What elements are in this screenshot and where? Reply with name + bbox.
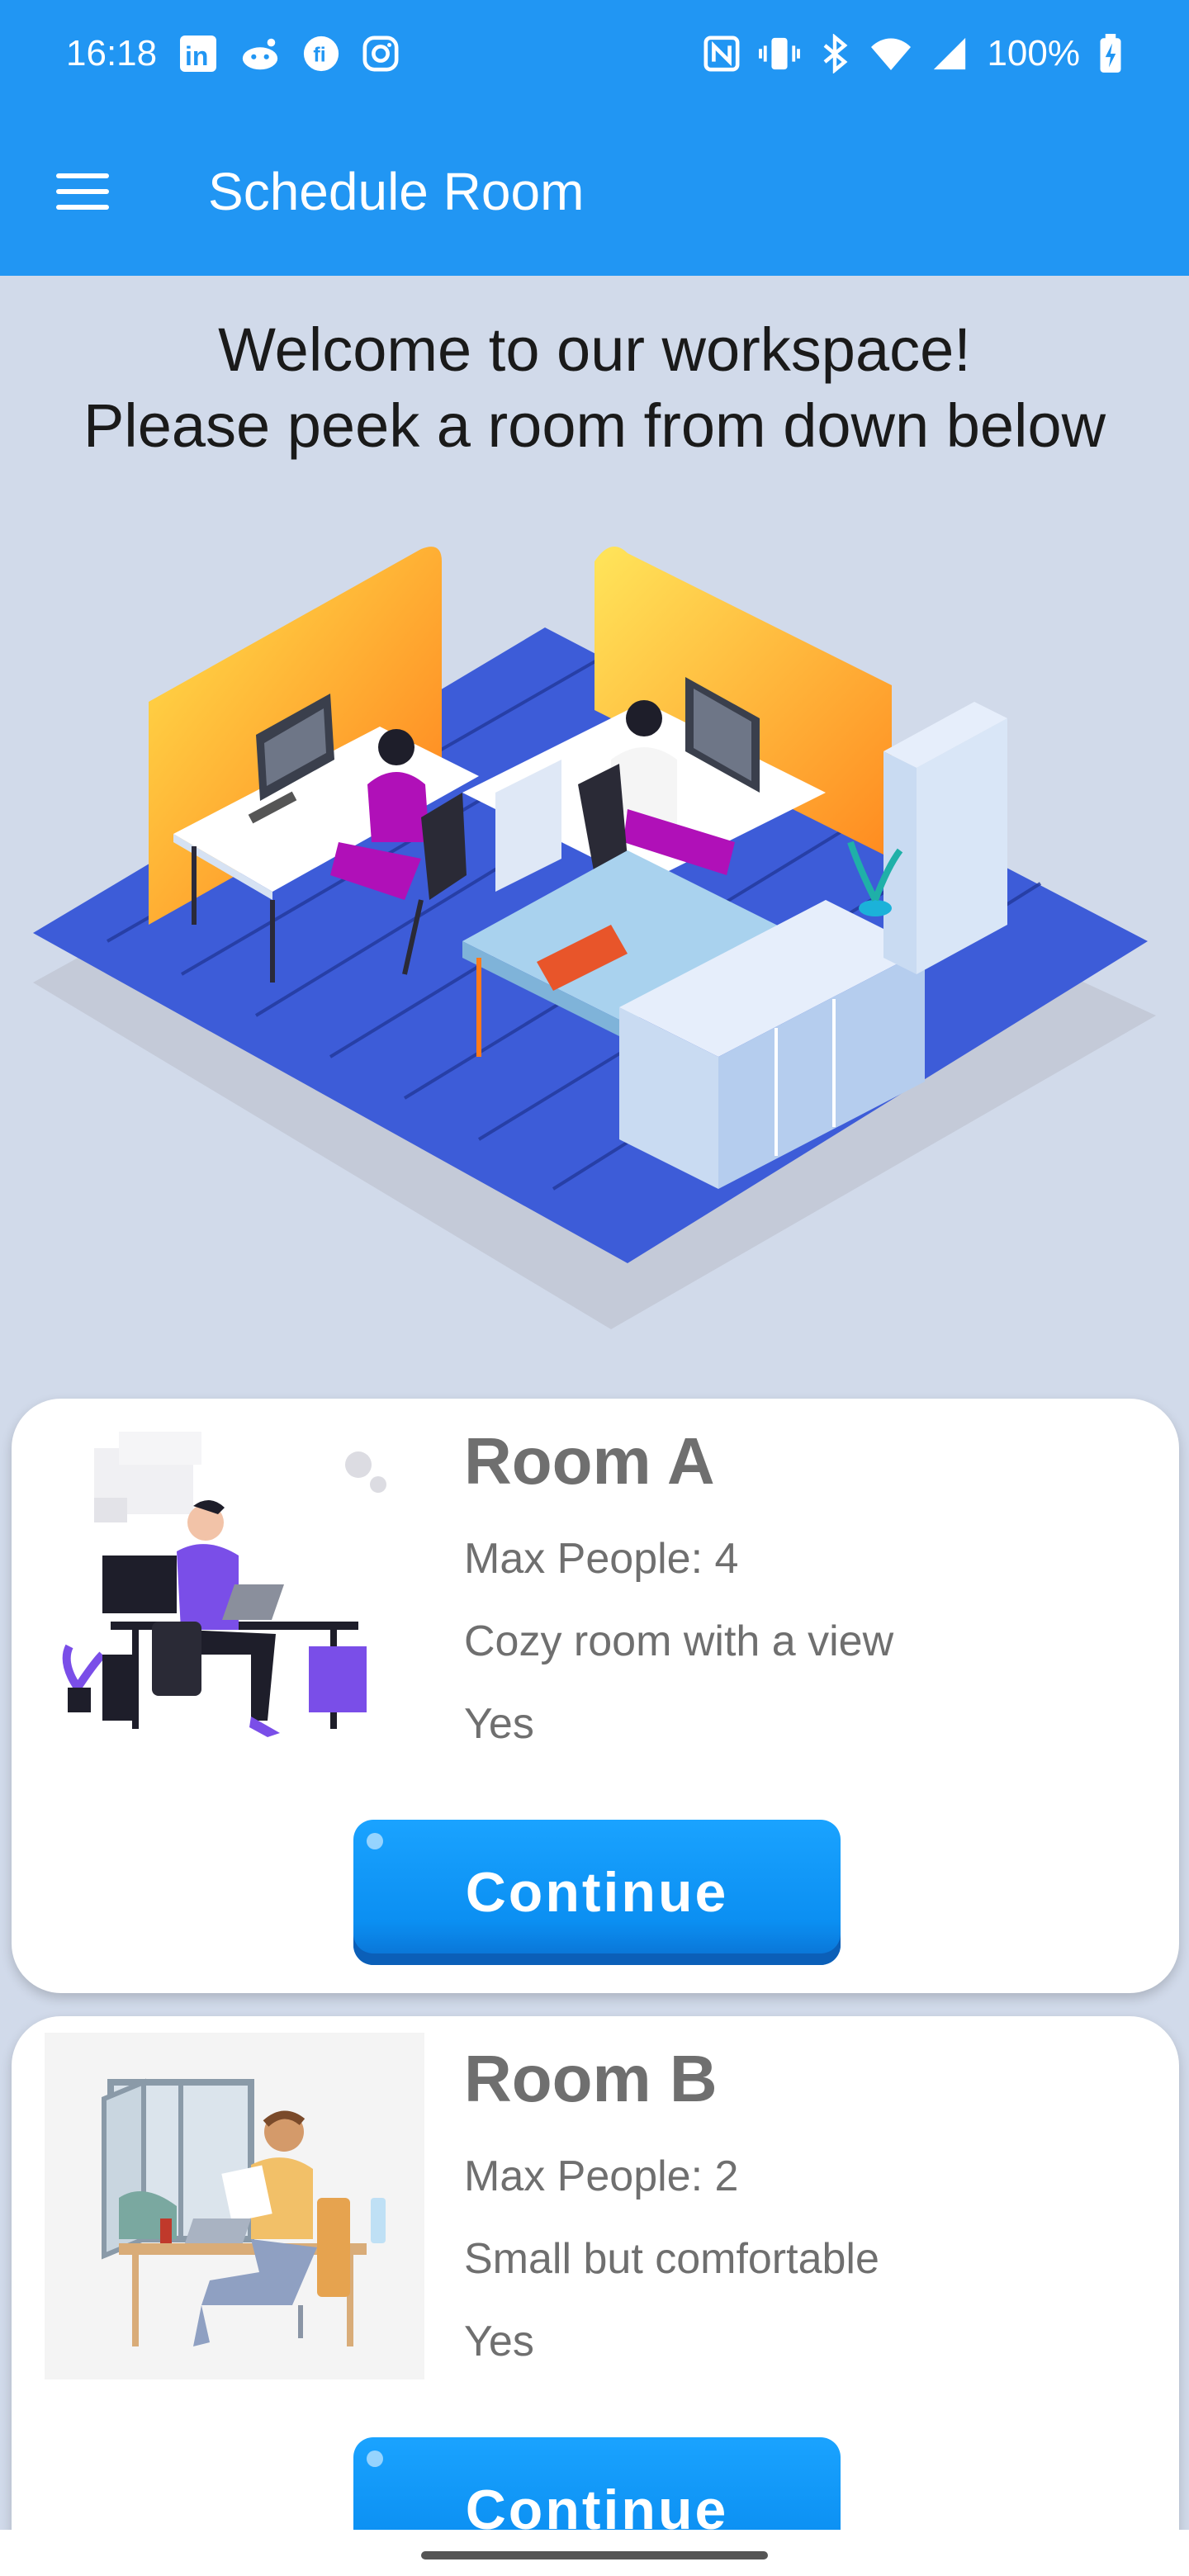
nfc-icon xyxy=(703,35,741,73)
room-a-details: Room A Max People: 4 Cozy room with a vi… xyxy=(464,1423,893,1749)
welcome-line-2: Please peek a room from down below xyxy=(83,391,1106,460)
app-bar: Schedule Room xyxy=(0,107,1189,276)
room-description: Cozy room with a view xyxy=(464,1617,894,1665)
room-name: Room A xyxy=(464,1424,715,1498)
room-card-a[interactable]: Room A Max People: 4 Cozy room with a vi… xyxy=(12,1399,1179,1993)
room-card-b[interactable]: Room B Max People: 2 Small but comfortab… xyxy=(12,2016,1179,2576)
workspace-illustration xyxy=(33,547,1156,1329)
vibrate-icon xyxy=(759,35,801,73)
room-availability: Yes xyxy=(464,2318,534,2365)
status-left: 16:18 in fi xyxy=(66,33,400,74)
room-description: Small but comfortable xyxy=(464,2235,879,2283)
fitbit-icon: fi xyxy=(302,35,340,73)
linkedin-icon: in xyxy=(178,34,218,73)
page-title: Schedule Room xyxy=(208,162,585,221)
hamburger-menu-icon[interactable] xyxy=(0,107,165,276)
room-availability: Yes xyxy=(464,1700,534,1748)
reddit-icon xyxy=(239,36,281,72)
signal-icon xyxy=(931,36,969,72)
room-max-people: Max People: 4 xyxy=(464,1535,739,1583)
svg-text:in: in xyxy=(185,41,208,71)
battery-percent: 100% xyxy=(987,33,1080,73)
svg-text:fi: fi xyxy=(314,44,326,67)
battery-charging-icon xyxy=(1098,33,1123,74)
status-time: 16:18 xyxy=(66,33,158,73)
instagram-icon xyxy=(362,35,400,73)
room-b-illustration xyxy=(45,2033,424,2379)
status-right: 100% xyxy=(703,33,1123,74)
room-name: Room B xyxy=(464,2042,718,2115)
room-a-illustration xyxy=(62,1432,386,1737)
status-bar: 16:18 in fi 100% xyxy=(0,0,1189,107)
room-b-details: Room B Max People: 2 Small but comfortab… xyxy=(464,2041,879,2366)
welcome-line-1: Welcome to our workspace! xyxy=(218,315,971,384)
room-max-people: Max People: 2 xyxy=(464,2152,739,2200)
continue-button-label: Continue xyxy=(465,1861,729,1924)
welcome-message: Welcome to our workspace! Please peek a … xyxy=(0,312,1189,464)
gesture-handle[interactable] xyxy=(421,2551,768,2559)
bluetooth-icon xyxy=(818,34,851,73)
continue-button[interactable]: Continue xyxy=(353,1820,841,1965)
wifi-icon xyxy=(869,36,912,72)
